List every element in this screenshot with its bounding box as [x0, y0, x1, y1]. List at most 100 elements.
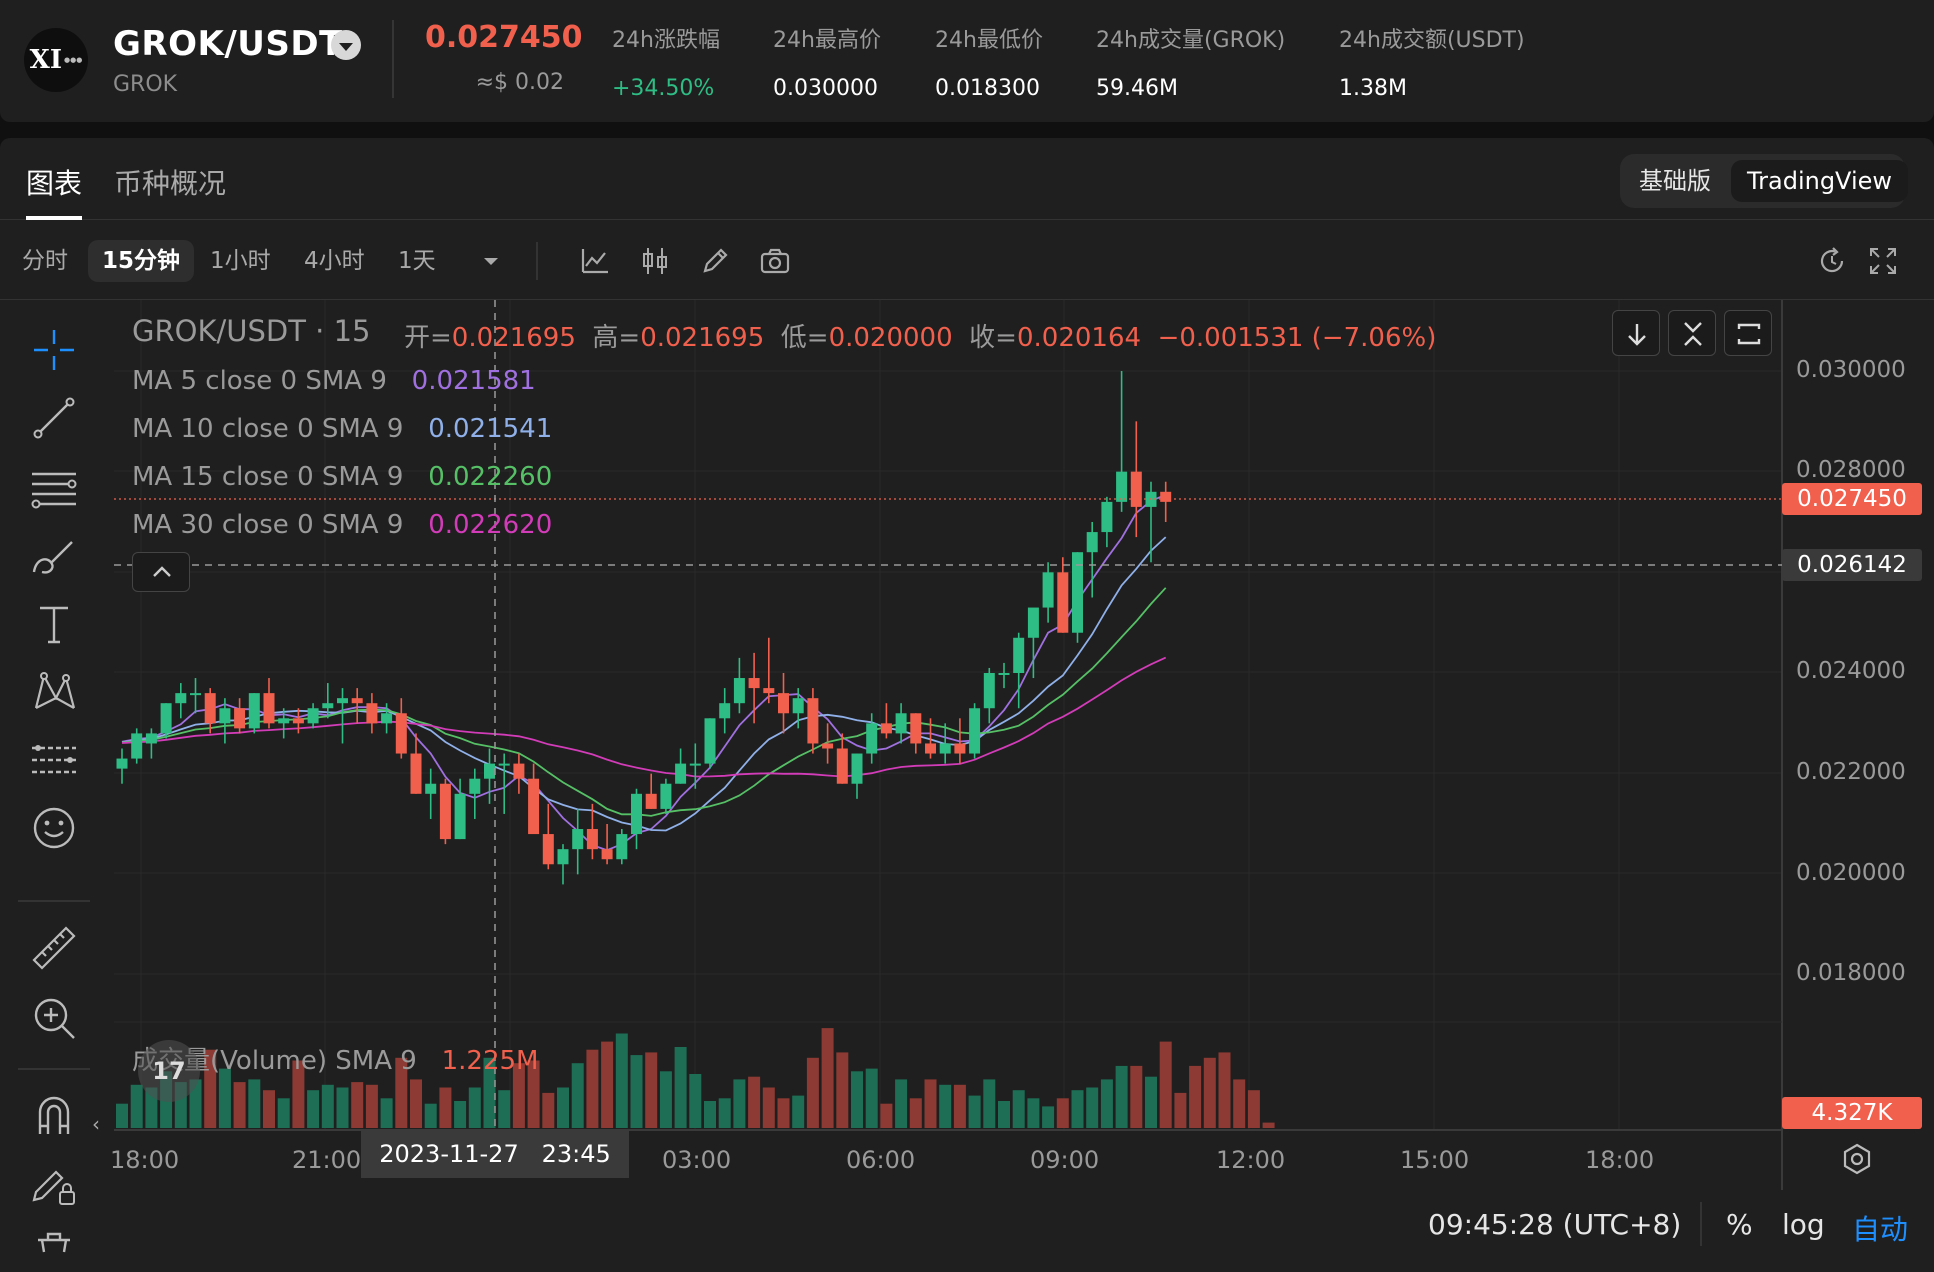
volume-bar: [218, 1068, 231, 1128]
collapse-legend-button[interactable]: [132, 552, 190, 592]
candle-body: [278, 718, 290, 724]
candle: [601, 824, 613, 865]
volume-bar: [704, 1101, 716, 1128]
trendline-icon[interactable]: [28, 392, 80, 444]
candle: [1042, 562, 1054, 623]
candle: [351, 688, 363, 724]
volume-bar: [1174, 1092, 1187, 1128]
volume-bar: [718, 1098, 731, 1128]
volume-tag: 4.327K: [1782, 1097, 1922, 1129]
volume-bar: [321, 1084, 334, 1128]
volume-bar: [1203, 1057, 1216, 1128]
volume-bar: [1056, 1098, 1069, 1128]
brush-icon[interactable]: [28, 530, 80, 582]
volume-bar: [468, 1087, 481, 1128]
percent-scale-button[interactable]: %: [1726, 1208, 1753, 1241]
candle: [763, 637, 775, 704]
candlestick-chart[interactable]: [0, 0, 1934, 1272]
candle: [395, 698, 407, 759]
candle-body: [983, 673, 995, 709]
emoji-icon[interactable]: [28, 802, 80, 854]
candle-body: [1013, 637, 1025, 673]
candle: [851, 753, 863, 799]
lock-drawing-icon[interactable]: [28, 1158, 80, 1210]
text-icon[interactable]: [28, 598, 80, 650]
crosshair-icon[interactable]: [28, 324, 80, 376]
candle: [175, 683, 187, 719]
volume-bar: [116, 1103, 128, 1128]
candle: [895, 703, 907, 744]
volume-bar: [998, 1101, 1010, 1128]
candle-body: [484, 763, 495, 779]
magnet-icon[interactable]: [28, 1090, 80, 1142]
crosshair-price-tag: 0.026142: [1782, 549, 1922, 581]
y-tick-label: 0.020000: [1796, 860, 1906, 886]
fib-lines-icon[interactable]: [28, 462, 80, 514]
scroll-left-icon[interactable]: ‹: [92, 1112, 100, 1136]
candle: [660, 778, 672, 814]
candle: [248, 693, 260, 734]
divider: [1700, 1202, 1702, 1246]
candle: [337, 688, 348, 744]
candle-body: [116, 758, 128, 769]
candle: [880, 703, 892, 739]
trash-icon[interactable]: [28, 1222, 80, 1272]
candle-body: [425, 783, 437, 794]
candle-body: [366, 703, 378, 724]
auto-scale-button[interactable]: 自动: [1852, 1208, 1908, 1248]
candle-body: [880, 723, 892, 734]
candle-body: [733, 678, 745, 704]
volume-bar: [130, 1084, 143, 1128]
candle-body: [131, 733, 143, 759]
axis-settings-icon[interactable]: [1838, 1140, 1876, 1178]
volume-bar: [351, 1082, 364, 1128]
pattern-icon[interactable]: [28, 666, 80, 718]
collapse-button[interactable]: [1668, 310, 1716, 356]
volume-bar: [601, 1041, 614, 1128]
x-tick-label: 21:00: [292, 1146, 362, 1174]
y-tick-label: 0.024000: [1796, 658, 1906, 684]
ma30-legend: MA 30 close 0 SMA 9 0.022620: [132, 510, 553, 540]
volume-bar: [630, 1055, 643, 1128]
x-tick-label: 18:00: [110, 1146, 180, 1174]
chevron-up-icon: [153, 566, 171, 577]
candle-body: [1027, 607, 1039, 638]
candle-body: [822, 743, 834, 749]
volume-bar: [792, 1095, 805, 1128]
volume-bar: [307, 1090, 320, 1128]
collapse-icon: [1684, 322, 1702, 346]
candle-body: [557, 849, 569, 865]
candle: [704, 718, 716, 769]
candle: [528, 763, 540, 835]
candle-body: [660, 783, 672, 809]
volume-bar: [1115, 1065, 1128, 1128]
volume-bar: [1145, 1076, 1157, 1128]
candle-body: [778, 693, 789, 714]
candle: [307, 703, 319, 729]
volume-bar: [542, 1092, 555, 1128]
maximize-pane-button[interactable]: [1724, 310, 1772, 356]
ma30-line: [121, 656, 1167, 778]
clock: 09:45:28 (UTC+8): [1428, 1208, 1682, 1241]
candle: [719, 688, 731, 734]
candle: [836, 733, 848, 784]
scroll-to-latest-button[interactable]: [1612, 310, 1660, 356]
candle-body: [145, 733, 157, 744]
volume-bar: [821, 1028, 834, 1128]
candle-body: [351, 698, 363, 704]
zoom-in-icon[interactable]: [28, 992, 80, 1044]
volume-bar: [645, 1052, 658, 1128]
candle-body: [542, 834, 554, 865]
volume-bar: [410, 1079, 422, 1128]
candle: [778, 673, 789, 734]
divider: [18, 1068, 90, 1070]
volume-bar: [689, 1074, 702, 1128]
ruler-icon[interactable]: [28, 922, 80, 974]
candle-body: [910, 713, 922, 744]
volume-bar: [571, 1063, 584, 1128]
prediction-icon[interactable]: [28, 734, 80, 786]
candle-body: [1101, 501, 1113, 533]
tradingview-logo-icon[interactable]: 17: [138, 1040, 200, 1102]
log-scale-button[interactable]: log: [1782, 1208, 1825, 1241]
candle: [190, 678, 201, 714]
